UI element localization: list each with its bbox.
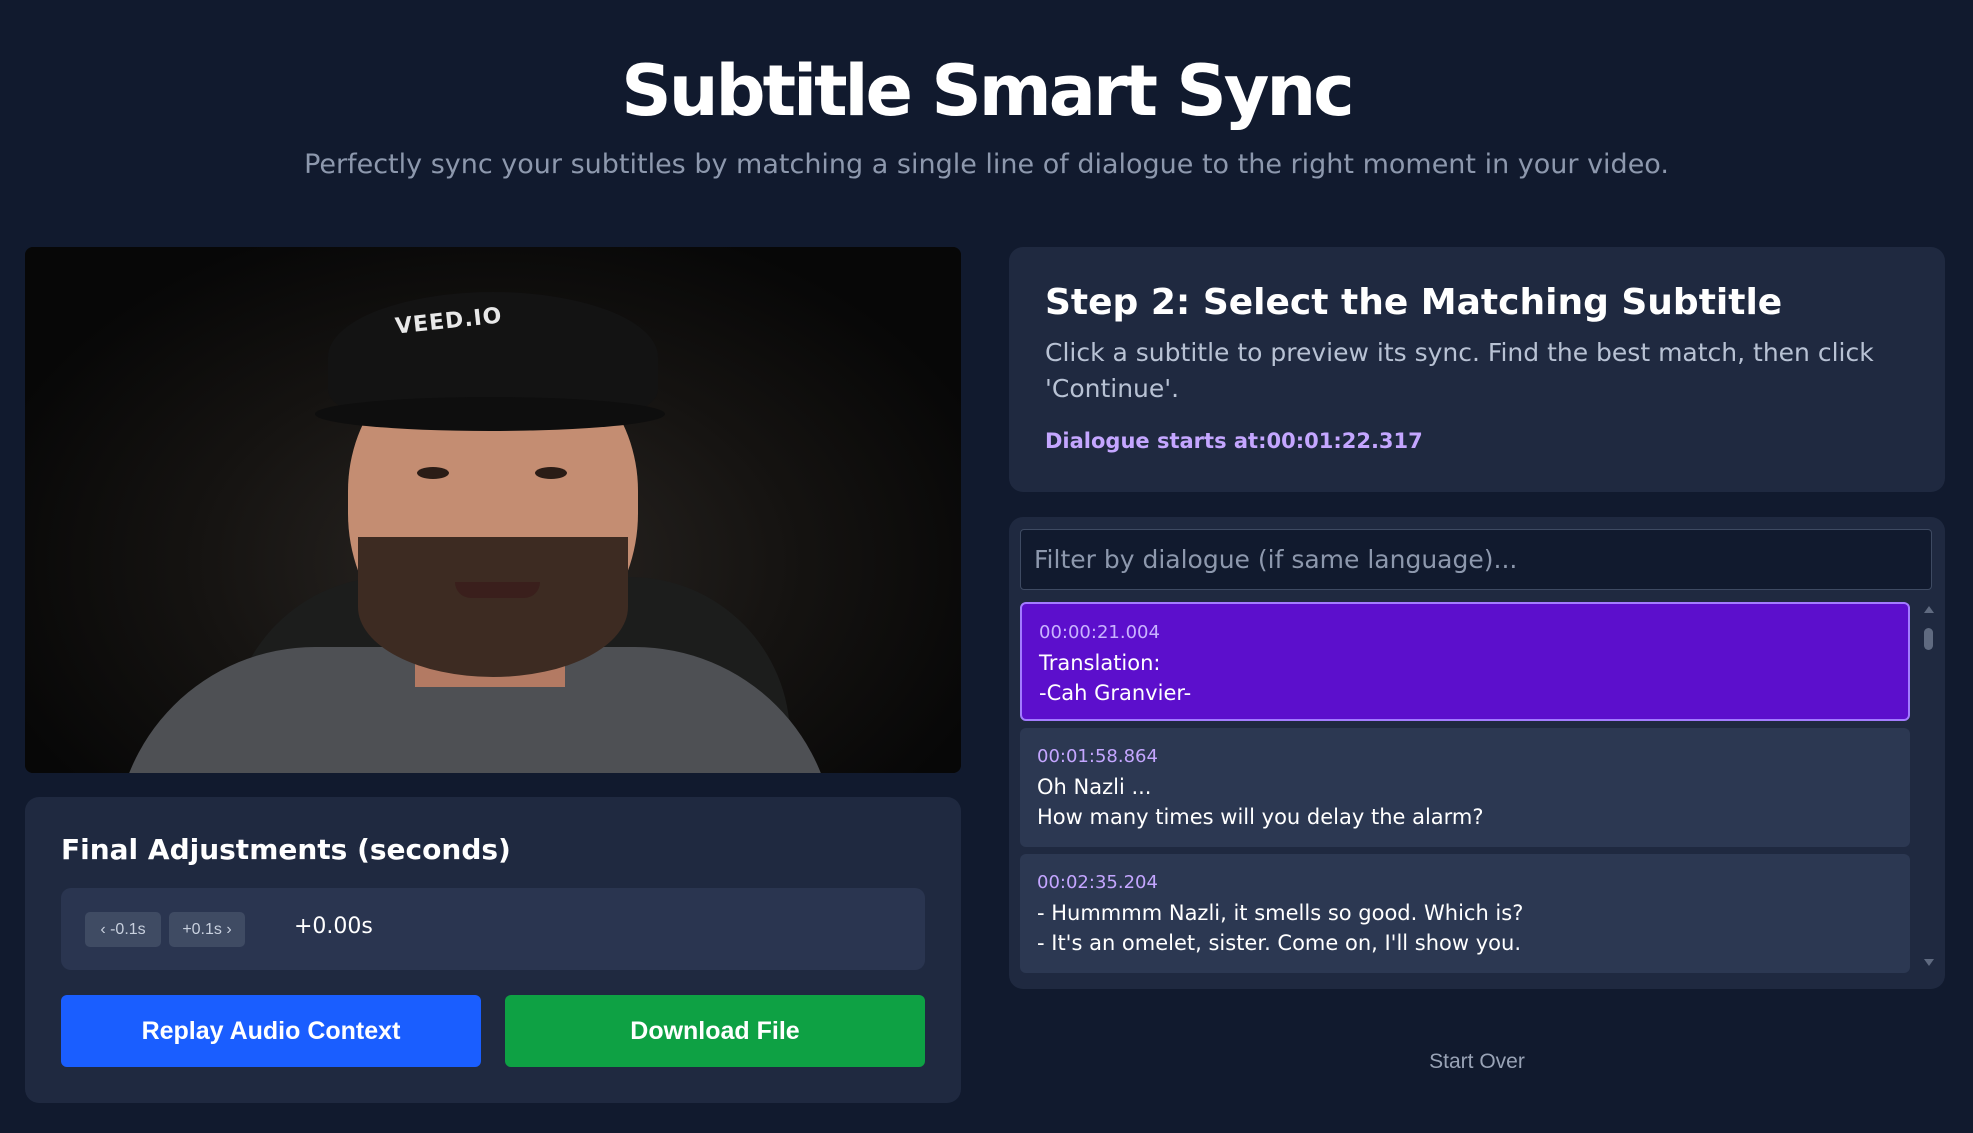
step-description: Click a subtitle to preview its sync. Fi… [1045,338,1874,403]
subtitle-line: - It's an omelet, sister. Come on, I'll … [1037,931,1522,955]
subtitle-item[interactable]: 00:01:58.864 Oh Nazli ... How many times… [1020,728,1910,847]
subtitle-item[interactable]: 00:00:21.004 Translation: -Cah Granvier- [1020,602,1910,721]
subtitle-timestamp: 00:02:35.204 [1037,872,1158,893]
start-over-button[interactable]: Start Over [1009,1050,1945,1074]
subtitle-timestamp: 00:01:58.864 [1037,746,1158,767]
subtitle-line: Translation: [1039,651,1161,675]
subtitle-item[interactable]: 00:02:35.204 - Hummmm Nazli, it smells s… [1020,854,1910,973]
step-title: Step 2: Select the Matching Subtitle [1045,282,1783,323]
replay-audio-context-button[interactable]: Replay Audio Context [61,995,481,1067]
left-eye-shape [417,467,449,479]
dialogue-start-time: Dialogue starts at:00:01:22.317 [1045,429,1423,453]
download-file-button[interactable]: Download File [505,995,925,1067]
offset-control-row: ‹ -0.1s +0.1s › +0.00s [61,888,925,970]
page-title: Subtitle Smart Sync [621,50,1354,132]
video-player[interactable]: VEED.IO [25,247,961,773]
beard-shape [358,537,628,677]
step-instructions-panel: Step 2: Select the Matching Subtitle Cli… [1009,247,1945,492]
offset-value: +0.00s [294,914,373,939]
right-eye-shape [535,467,567,479]
subtitle-list-scrollbar[interactable] [1921,602,1937,970]
subtitle-list-panel: 00:00:21.004 Translation: -Cah Granvier-… [1009,517,1945,989]
final-adjustments-title: Final Adjustments (seconds) [61,833,511,866]
scroll-down-arrow-icon[interactable] [1924,959,1934,966]
filter-dialogue-input[interactable] [1020,529,1932,590]
subtitle-line: -Cah Granvier- [1039,681,1192,705]
cap-brim-shape [315,397,665,431]
plus-0-1s-button[interactable]: +0.1s › [169,912,245,947]
subtitle-timestamp: 00:00:21.004 [1039,622,1160,643]
final-adjustments-panel: Final Adjustments (seconds) ‹ -0.1s +0.1… [25,797,961,1103]
subtitle-line: Oh Nazli ... [1037,775,1152,799]
scrollbar-thumb[interactable] [1924,628,1933,650]
app-root: Subtitle Smart Sync Perfectly sync your … [0,0,1973,1133]
mouth-shape [455,582,540,598]
subtitle-line: - Hummmm Nazli, it smells so good. Which… [1037,901,1524,925]
subtitle-line: How many times will you delay the alarm? [1037,805,1484,829]
page-subtitle: Perfectly sync your subtitles by matchin… [304,149,1669,180]
scroll-up-arrow-icon[interactable] [1924,606,1934,613]
minus-0-1s-button[interactable]: ‹ -0.1s [85,912,161,947]
